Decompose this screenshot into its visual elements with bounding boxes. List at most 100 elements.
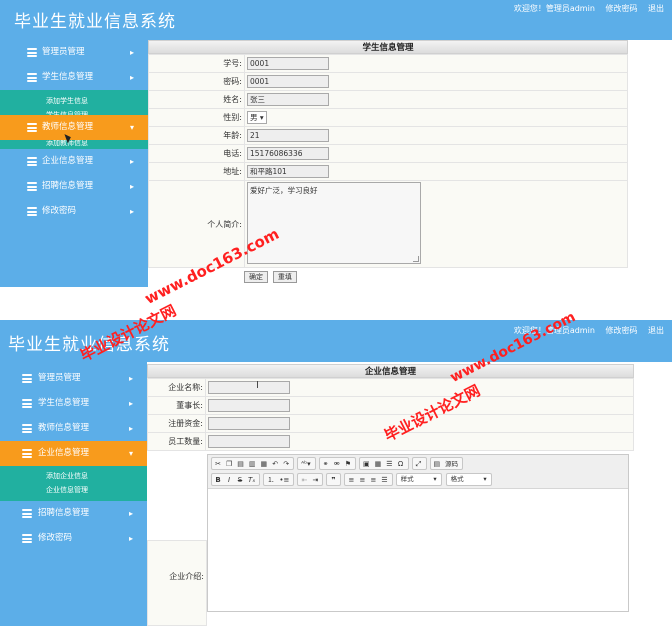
screenshot-student-management: 毕业生就业信息系统 欢迎您！管理员admin 修改密码 退出 管理员管理 ▸ 学… [0, 0, 672, 287]
name-input[interactable]: 张三 [247, 93, 329, 106]
field-label: 年龄: [148, 126, 245, 145]
submenu-student-manage[interactable]: 学生信息管理 [0, 108, 148, 115]
field-label: 密码: [148, 72, 245, 91]
copy-icon[interactable]: ❐ [224, 458, 234, 470]
paste-word-icon[interactable]: ▦ [259, 458, 270, 470]
chevron-right-icon: ▸ [129, 157, 134, 166]
field-label: 学号: [148, 54, 245, 73]
editor-content-area[interactable] [208, 489, 628, 609]
company-form: 企业名称: I 董事长: 注册资金: 员工数量: [147, 378, 634, 451]
sidebar: 管理员管理 ▸ 学生信息管理 ▸ 教师信息管理 ▸ 企业信息管理 ▾ 添加企业信… [0, 362, 147, 626]
source-icon[interactable]: ▤ [432, 458, 443, 470]
phone-input[interactable]: 15176086336 [247, 147, 329, 160]
chevron-down-icon: ▾ [129, 123, 134, 132]
outdent-icon[interactable]: ⇤ [299, 474, 309, 486]
teachers-submenu: 添加教师信息 [0, 140, 148, 149]
undo-icon[interactable]: ↶ [270, 458, 280, 470]
sidebar-item-label: 教师信息管理 [38, 423, 90, 433]
database-icon [27, 207, 37, 216]
style-dropdown[interactable]: 样式 ▾ [395, 473, 442, 486]
sidebar-item-admin[interactable]: 管理员管理 ▸ [0, 40, 148, 65]
italic-icon[interactable]: I [224, 474, 234, 486]
logout-link[interactable]: 退出 [648, 4, 664, 13]
source-button-label[interactable]: 源码 [443, 458, 460, 470]
sidebar-item-jobs[interactable]: 招聘信息管理 ▸ [0, 174, 148, 199]
submenu-add-company[interactable]: 添加企业信息 [0, 469, 147, 483]
sidebar-item-jobs[interactable]: 招聘信息管理 ▸ [0, 501, 147, 526]
student-id-input[interactable]: 0001 [247, 57, 329, 70]
database-icon [27, 182, 37, 191]
submenu-add-student[interactable]: 添加学生信息 [0, 94, 148, 108]
rich-text-editor[interactable]: ✂ ❐ ▤ ▥ ▦ ↶ ↷ ᴬᵇ▾ ⚭ ⚮ ⚑ ▣ ▦ ☰ Ω ⤢ ▤ 源码 B I S Tₓ [207, 454, 629, 612]
company-name-input[interactable] [208, 381, 290, 394]
sidebar-item-students[interactable]: 学生信息管理 ▸ [0, 391, 147, 416]
sidebar-item-label: 招聘信息管理 [38, 508, 90, 518]
resize-grip-icon[interactable] [413, 256, 419, 262]
paste-text-icon[interactable]: ▥ [247, 458, 258, 470]
confirm-button[interactable]: 确定 [244, 271, 268, 283]
format-dropdown-label: 格式 [450, 475, 464, 483]
registered-capital-input[interactable] [208, 417, 290, 430]
sidebar-item-label: 企业信息管理 [38, 448, 90, 458]
field-label: 企业名称: [147, 378, 206, 397]
password-input[interactable]: 0001 [247, 75, 329, 88]
bulleted-list-icon[interactable]: •≡ [277, 474, 291, 486]
welcome-text: 欢迎您！管理员admin [513, 326, 595, 335]
submenu-add-teacher[interactable]: 添加教师信息 [0, 140, 148, 149]
special-char-icon[interactable]: Ω [396, 458, 406, 470]
sidebar-item-teachers[interactable]: 教师信息管理 ▸ [0, 416, 147, 441]
database-icon [22, 449, 32, 458]
chevron-right-icon: ▸ [128, 509, 133, 518]
align-left-icon[interactable]: ≡ [346, 474, 356, 486]
horizontal-rule-icon[interactable]: ☰ [384, 458, 394, 470]
remove-format-icon[interactable]: Tₓ [246, 474, 257, 486]
address-input[interactable]: 和平路101 [247, 165, 329, 178]
chevron-right-icon: ▸ [128, 399, 133, 408]
link-icon[interactable]: ⚭ [321, 458, 331, 470]
field-label: 注册资金: [147, 414, 206, 433]
sidebar-item-label: 管理员管理 [42, 47, 85, 57]
indent-icon[interactable]: ⇥ [310, 474, 320, 486]
change-password-link[interactable]: 修改密码 [605, 326, 637, 335]
sidebar-item-teachers[interactable]: 教师信息管理 ▾ [0, 115, 148, 140]
strike-icon[interactable]: S [235, 474, 245, 486]
age-input[interactable]: 21 [247, 129, 329, 142]
blockquote-icon[interactable]: ❞ [328, 474, 338, 486]
sidebar-item-companies[interactable]: 企业信息管理 ▸ [0, 149, 148, 174]
numbered-list-icon[interactable]: ⒈ [265, 474, 276, 486]
paste-icon[interactable]: ▤ [235, 458, 246, 470]
align-right-icon[interactable]: ≡ [368, 474, 378, 486]
redo-icon[interactable]: ↷ [281, 458, 291, 470]
table-icon[interactable]: ▦ [373, 458, 384, 470]
logout-link[interactable]: 退出 [648, 326, 664, 335]
sidebar-item-password[interactable]: 修改密码 ▸ [0, 199, 148, 224]
bold-icon[interactable]: B [213, 474, 223, 486]
reset-button[interactable]: 重填 [272, 271, 297, 283]
field-label: 董事长: [147, 396, 206, 415]
submenu-company-manage[interactable]: 企业信息管理 [0, 483, 147, 497]
spellcheck-icon[interactable]: ᴬᵇ▾ [299, 458, 313, 470]
cut-icon[interactable]: ✂ [213, 458, 223, 470]
sidebar-item-admin[interactable]: 管理员管理 ▸ [0, 366, 147, 391]
employee-count-input[interactable] [208, 435, 290, 448]
unlink-icon[interactable]: ⚮ [332, 458, 342, 470]
welcome-text: 欢迎您！管理员admin [513, 4, 595, 13]
database-icon [27, 123, 37, 132]
gender-select[interactable]: 男 ▾ [247, 111, 267, 124]
form-actions: 确定 重填 [148, 268, 628, 283]
align-center-icon[interactable]: ≡ [357, 474, 367, 486]
image-icon[interactable]: ▣ [361, 458, 372, 470]
student-form: 学号: 0001 密码: 0001 姓名: 张三 性别: 男 ▾ 年龄: 21 … [148, 54, 628, 268]
gender-value: 男 [250, 113, 258, 122]
chairman-input[interactable] [208, 399, 290, 412]
change-password-link[interactable]: 修改密码 [605, 4, 637, 13]
sidebar-item-label: 学生信息管理 [38, 398, 90, 408]
format-dropdown[interactable]: 格式 ▾ [445, 473, 492, 486]
sidebar-item-password[interactable]: 修改密码 ▸ [0, 526, 147, 551]
anchor-icon[interactable]: ⚑ [343, 458, 353, 470]
sidebar-item-companies[interactable]: 企业信息管理 ▾ [0, 441, 147, 466]
sidebar-item-students[interactable]: 学生信息管理 ▸ [0, 65, 148, 90]
justify-icon[interactable]: ☰ [379, 474, 389, 486]
maximize-icon[interactable]: ⤢ [414, 458, 424, 470]
intro-textarea[interactable]: 爱好广泛，学习良好 [247, 182, 421, 264]
